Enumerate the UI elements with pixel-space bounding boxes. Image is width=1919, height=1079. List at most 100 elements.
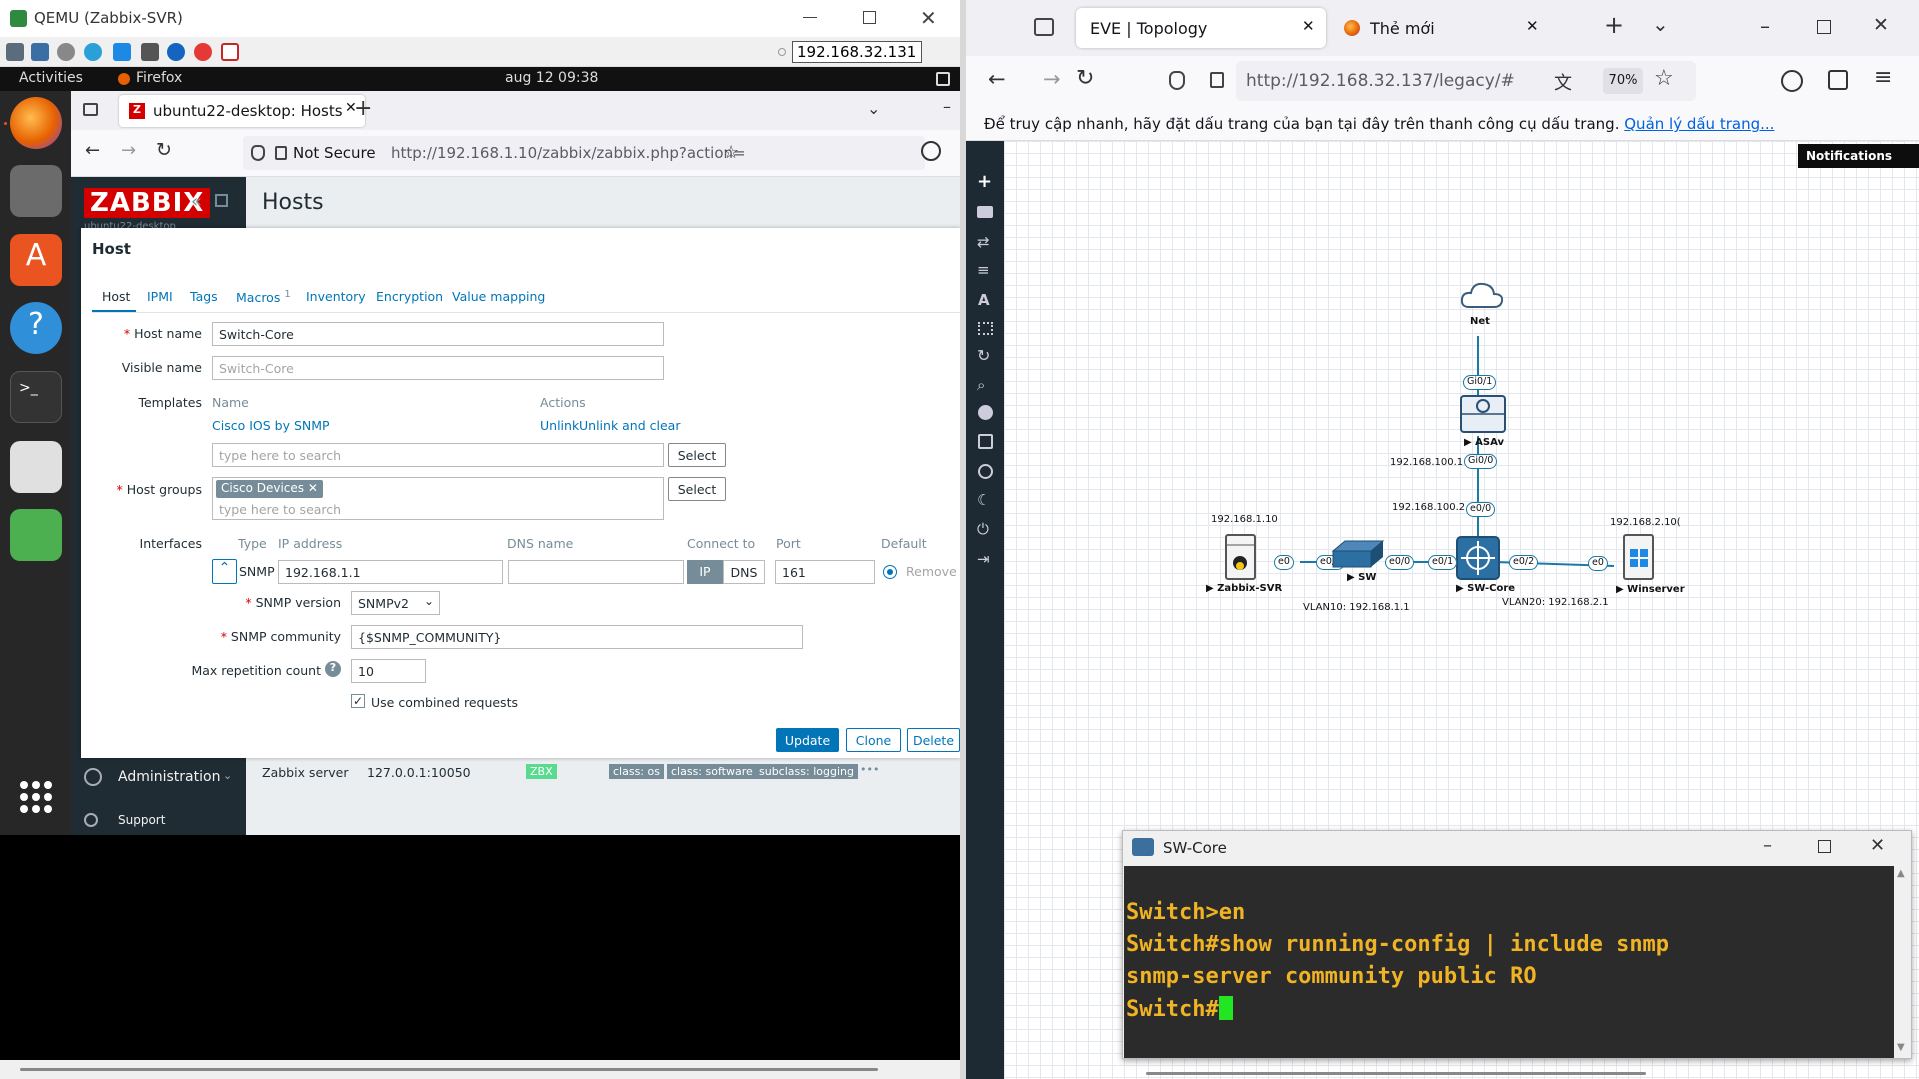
reload-icon[interactable]: ↻ (1076, 66, 1094, 91)
menu-icon[interactable]: ≡ (1874, 65, 1892, 90)
iface-port-input[interactable]: 161 (775, 560, 875, 584)
terminal-icon[interactable]: >_ (10, 371, 62, 423)
tab-ipmi[interactable]: IPMI (147, 289, 173, 304)
account-icon[interactable] (921, 141, 941, 161)
clock[interactable]: aug 12 09:38 (505, 70, 598, 86)
tab-list-icon[interactable] (83, 103, 98, 116)
close-icon[interactable]: ✕ (1873, 14, 1889, 36)
account-icon[interactable] (1781, 70, 1803, 92)
url-text[interactable]: http://192.168.1.10/zabbix/zabbix.php?ac… (391, 144, 747, 162)
menu-support[interactable]: Support (118, 813, 165, 827)
close-icon[interactable]: ✕ (920, 6, 937, 30)
vm-url-bar[interactable]: Not Secure http://192.168.1.10/zabbix/za… (243, 136, 925, 170)
connect-dns-toggle[interactable]: DNS (723, 560, 765, 584)
text-icon[interactable]: A (978, 291, 990, 309)
grid-icon[interactable] (978, 322, 993, 335)
canvas-scrollbar[interactable] (1146, 1072, 1646, 1075)
zoom-icon[interactable]: ⌕ (977, 376, 985, 394)
minimize-icon[interactable]: – (1760, 14, 1770, 38)
check-icon[interactable] (978, 464, 993, 479)
eve-topology-canvas[interactable]: Notifications ✕ Net Gi0/1 ▶ ASAv 192.168… (1004, 141, 1919, 1079)
linux-server-icon[interactable] (1224, 533, 1257, 581)
l3-switch-icon[interactable] (1455, 535, 1501, 581)
iface-ip-input[interactable]: 192.168.1.1 (278, 560, 503, 584)
chevron-down-icon[interactable]: ⌄ (223, 769, 232, 782)
tab-encryption[interactable]: Encryption (376, 289, 443, 304)
minimize-icon[interactable] (803, 10, 817, 24)
connect-ip-toggle[interactable]: IP (687, 560, 723, 584)
host-name-input[interactable]: Switch-Core (212, 322, 664, 346)
tab-host[interactable]: Host (102, 289, 130, 304)
snmp-community-input[interactable]: {$SNMP_COMMUNITY} (351, 625, 803, 649)
tab-value-mapping[interactable]: Value mapping (452, 289, 545, 304)
combined-requests-checkbox[interactable]: ✓ (351, 694, 365, 708)
power-icon[interactable]: ⏻ (977, 520, 989, 538)
remove-interface-link[interactable]: Remove (906, 564, 957, 579)
tag-chip[interactable]: class: os (609, 764, 664, 779)
new-tab[interactable]: Thẻ mới ✕ (1334, 8, 1539, 48)
trash-icon[interactable] (10, 509, 62, 561)
scroll-down-icon[interactable]: ▼ (1897, 1042, 1905, 1053)
shield-icon[interactable] (1169, 71, 1185, 90)
default-radio[interactable] (883, 565, 897, 579)
host-group-chip[interactable]: Cisco Devices ✕ (216, 480, 323, 498)
host-group-select-button[interactable]: Select (668, 477, 726, 501)
activities-button[interactable]: Activities (19, 70, 83, 86)
template-select-button[interactable]: Select (668, 443, 726, 467)
maximize-icon[interactable] (863, 11, 876, 24)
eve-url-bar[interactable]: http://192.168.32.137/legacy/# 文 70% ☆ (1236, 61, 1696, 101)
tab-macros[interactable]: Macros 1 (236, 289, 291, 305)
remove-chip-icon[interactable]: ✕ (308, 481, 318, 495)
tag-chip[interactable]: subclass: logging (755, 764, 858, 779)
logout-icon[interactable]: ⇥ (977, 550, 990, 568)
maximize-icon[interactable] (1818, 840, 1831, 853)
insecure-lock-icon[interactable] (1210, 72, 1224, 88)
fullscreen-icon[interactable] (31, 43, 49, 61)
forward-icon[interactable]: → (1043, 67, 1061, 91)
text-editor-icon[interactable] (10, 441, 62, 493)
shield-icon[interactable] (251, 145, 265, 161)
screenshot-icon[interactable] (141, 43, 159, 61)
qemu-scrollbar[interactable] (0, 1060, 960, 1079)
translate-icon[interactable]: 文 (1554, 69, 1572, 95)
files-icon[interactable] (10, 165, 62, 217)
cloud-icon[interactable] (1459, 279, 1505, 311)
unlink-button[interactable]: Unlink (540, 418, 579, 433)
add-node-icon[interactable]: + (977, 171, 992, 192)
new-tab-icon[interactable]: + (1604, 11, 1624, 39)
tab-list-icon[interactable] (1034, 18, 1054, 36)
close-icon[interactable]: ✕ (1870, 835, 1885, 856)
console-scrollbar[interactable]: ▲ ▼ (1894, 866, 1911, 1058)
visible-name-input[interactable]: Switch-Core (212, 356, 664, 380)
max-repetition-input[interactable]: 10 (351, 659, 426, 683)
url-text[interactable]: http://192.168.32.137/legacy/# (1246, 71, 1515, 91)
tab-inventory[interactable]: Inventory (306, 289, 366, 304)
back-icon[interactable]: ← (85, 140, 100, 161)
bookmark-star-icon[interactable]: ☆ (1654, 66, 1674, 91)
networks-icon[interactable]: ⇄ (977, 233, 990, 251)
show-apps-icon[interactable] (10, 771, 62, 823)
tab-overflow-icon[interactable]: ⌄ (1652, 12, 1669, 36)
unlink-clear-button[interactable]: Unlink and clear (579, 418, 680, 433)
collapse-interface-icon[interactable]: ⌃ (212, 559, 237, 584)
list-icon[interactable] (978, 434, 993, 449)
bg-row-host-name[interactable]: Zabbix server (262, 765, 349, 780)
terminal-output[interactable]: Switch>en Switch#show running-config | i… (1124, 866, 1894, 1058)
eve-tab[interactable]: EVE | Topology ✕ (1076, 8, 1326, 48)
template-link[interactable]: Cisco IOS by SNMP (212, 418, 330, 433)
tab-close-icon[interactable]: ✕ (1526, 17, 1539, 35)
host-groups-multiselect[interactable]: Cisco Devices ✕ type here to search (212, 477, 664, 520)
info-icon[interactable] (978, 405, 993, 420)
help-icon[interactable]: ? (325, 661, 341, 677)
active-app-name[interactable]: Firefox (136, 70, 182, 86)
snmp-version-select[interactable]: SNMPv2 ⌄ (351, 591, 440, 615)
console-window[interactable]: SW-Core – ✕ Switch>en Switch#show runnin… (1122, 830, 1912, 1059)
delete-button[interactable]: Delete (907, 728, 960, 752)
firefox-icon[interactable] (10, 97, 62, 149)
extensions-icon[interactable] (1828, 70, 1848, 90)
windows-icon[interactable] (113, 43, 131, 61)
back-icon[interactable]: ← (988, 67, 1006, 91)
minimize-icon[interactable]: – (943, 97, 951, 116)
gear-icon[interactable] (57, 43, 75, 61)
info-icon[interactable] (167, 43, 185, 61)
